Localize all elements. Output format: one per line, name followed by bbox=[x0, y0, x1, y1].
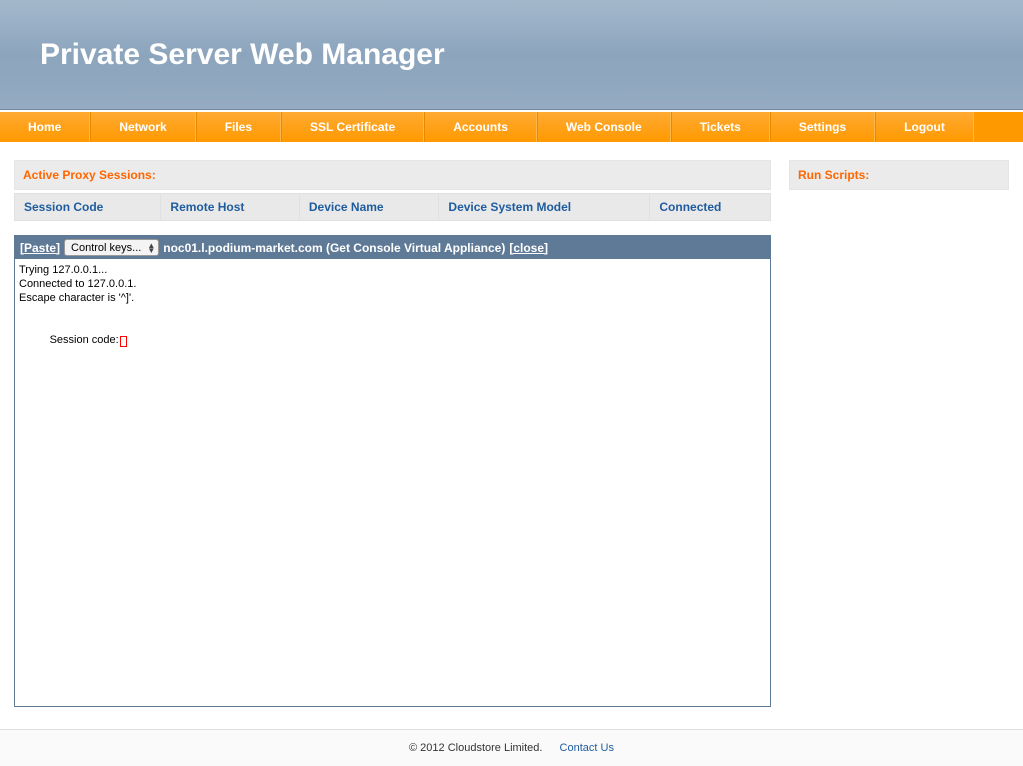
console-session-code-line: Session code: bbox=[19, 319, 766, 361]
left-column: Active Proxy Sessions: Session Code Remo… bbox=[14, 160, 771, 707]
contact-us-link[interactable]: Contact Us bbox=[560, 742, 614, 754]
console-line: Escape character is '^]'. bbox=[19, 291, 766, 305]
table-header-row: Session Code Remote Host Device Name Dev… bbox=[15, 194, 771, 221]
console-box: [Paste] Control keys... ▲▼ noc01.l.podiu… bbox=[14, 235, 771, 707]
console-line: Trying 127.0.0.1... bbox=[19, 263, 766, 277]
run-scripts-header: Run Scripts: bbox=[789, 160, 1009, 190]
col-session-code: Session Code bbox=[15, 194, 161, 221]
active-sessions-header: Active Proxy Sessions: bbox=[14, 160, 771, 190]
console-line: Connected to 127.0.0.1. bbox=[19, 277, 766, 291]
session-code-label: Session code: bbox=[50, 334, 119, 346]
nav-ssl-certificate[interactable]: SSL Certificate bbox=[281, 112, 424, 142]
select-arrows-icon: ▲▼ bbox=[147, 243, 155, 253]
select-label: Control keys... bbox=[71, 242, 141, 254]
col-remote-host: Remote Host bbox=[161, 194, 299, 221]
cursor-icon bbox=[120, 336, 127, 347]
console-host: noc01.l.podium-market.com (Get Console V… bbox=[163, 241, 505, 255]
nav-tickets[interactable]: Tickets bbox=[671, 112, 770, 142]
nav-files[interactable]: Files bbox=[196, 112, 281, 142]
nav-logout[interactable]: Logout bbox=[875, 112, 974, 142]
console-body[interactable]: Trying 127.0.0.1... Connected to 127.0.0… bbox=[15, 259, 770, 706]
right-column: Run Scripts: bbox=[789, 160, 1009, 707]
nav-home[interactable]: Home bbox=[0, 112, 90, 142]
paste-button[interactable]: [Paste] bbox=[20, 241, 60, 255]
copyright: © 2012 Cloudstore Limited. bbox=[409, 742, 542, 754]
col-device-name: Device Name bbox=[299, 194, 439, 221]
console-titlebar: [Paste] Control keys... ▲▼ noc01.l.podiu… bbox=[15, 236, 770, 259]
col-connected: Connected bbox=[650, 194, 771, 221]
close-button[interactable]: [close] bbox=[509, 241, 548, 255]
main-content: Active Proxy Sessions: Session Code Remo… bbox=[0, 142, 1023, 707]
col-device-system-model: Device System Model bbox=[439, 194, 650, 221]
nav-web-console[interactable]: Web Console bbox=[537, 112, 671, 142]
header-banner: Private Server Web Manager bbox=[0, 0, 1023, 110]
sessions-table: Session Code Remote Host Device Name Dev… bbox=[14, 193, 771, 221]
footer: © 2012 Cloudstore Limited. Contact Us bbox=[0, 729, 1023, 766]
nav-settings[interactable]: Settings bbox=[770, 112, 875, 142]
control-keys-select[interactable]: Control keys... ▲▼ bbox=[64, 239, 159, 256]
nav-accounts[interactable]: Accounts bbox=[424, 112, 537, 142]
nav-network[interactable]: Network bbox=[90, 112, 195, 142]
main-nav: Home Network Files SSL Certificate Accou… bbox=[0, 111, 1023, 142]
page-title: Private Server Web Manager bbox=[40, 38, 445, 72]
